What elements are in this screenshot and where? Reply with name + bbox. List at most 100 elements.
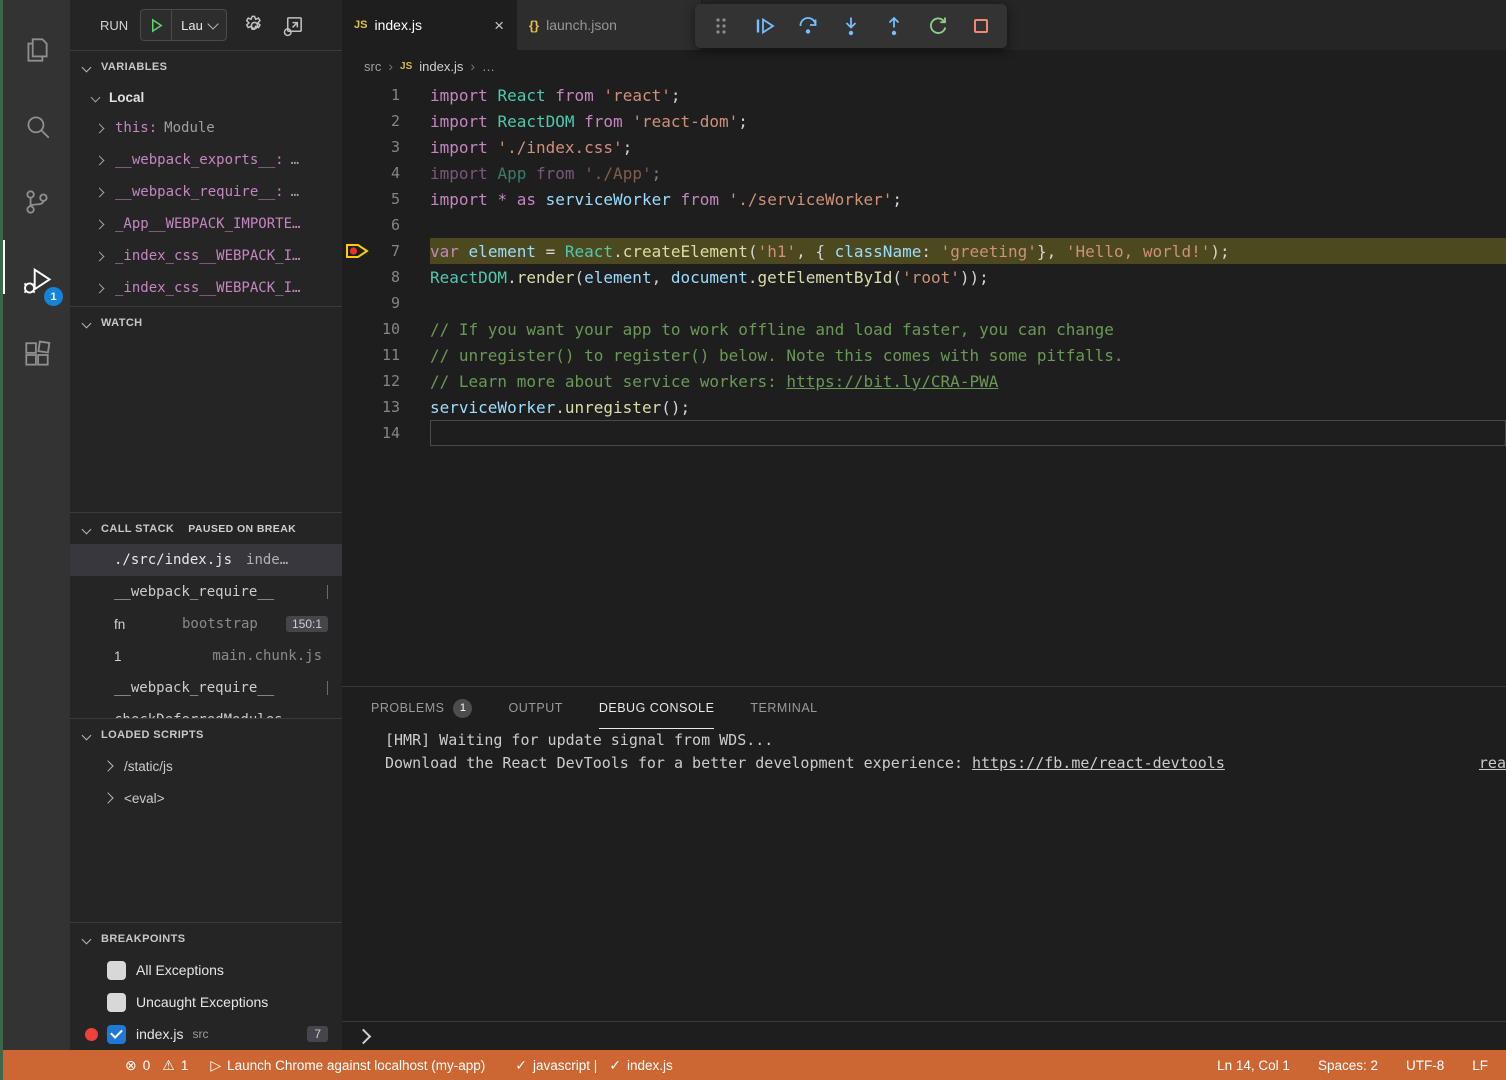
clipped-source-link[interactable]: rea — [1479, 752, 1506, 775]
tab-launch-json[interactable]: {} launch.json — [517, 0, 702, 50]
start-debug-icon[interactable] — [141, 10, 172, 40]
devtools-link[interactable]: https://fb.me/react-devtools — [972, 754, 1225, 772]
variable-row[interactable]: __webpack_exports__: … — [70, 144, 342, 176]
breakpoint-row[interactable]: index.js src 7 — [70, 1018, 342, 1050]
tab-debug-console[interactable]: DEBUG CONSOLE — [599, 687, 715, 729]
code-line: 5import * as serviceWorker from './servi… — [342, 186, 1506, 212]
js-file-icon: JS — [354, 19, 367, 31]
run-and-debug-icon[interactable]: 1 — [3, 248, 70, 312]
debug-console-output: [HMR] Waiting for update signal from WDS… — [342, 729, 1506, 775]
chevron-right-icon: › — [470, 58, 475, 74]
breakpoint-dot-icon — [85, 1028, 98, 1041]
play-icon: ▷ — [210, 1057, 221, 1074]
step-over-button[interactable] — [791, 11, 825, 41]
chevron-right-icon — [95, 123, 105, 133]
loaded-scripts-section-header[interactable]: LOADED SCRIPTS — [70, 718, 342, 751]
debug-count-badge: 1 — [44, 287, 63, 306]
console-line: Download the React DevTools for a better… — [385, 752, 1506, 775]
breakpoints-section-header[interactable]: BREAKPOINTS — [70, 922, 342, 955]
checkbox[interactable] — [107, 993, 126, 1012]
chevron-down-icon — [207, 18, 218, 29]
tab-terminal[interactable]: TERMINAL — [750, 687, 817, 729]
eol-sequence[interactable]: LF — [1472, 1058, 1488, 1073]
breakpoint-line-badge: 7 — [307, 1026, 328, 1042]
loaded-script-item[interactable]: <eval> — [70, 782, 342, 814]
variable-row[interactable]: _index_css__WEBPACK_I… — [70, 240, 342, 272]
task-index-js[interactable]: ✓ index.js — [609, 1057, 673, 1074]
stop-button[interactable] — [964, 11, 998, 41]
stack-frame[interactable]: fn bootstrap 150:1 — [70, 608, 342, 640]
variables-title: VARIABLES — [101, 61, 167, 73]
call-stack-section-header[interactable]: CALL STACK PAUSED ON BREAK — [70, 512, 342, 545]
chevron-right-icon — [95, 187, 105, 197]
encoding[interactable]: UTF-8 — [1406, 1058, 1444, 1073]
checkbox[interactable] — [107, 961, 126, 980]
cursor-position[interactable]: Ln 14, Col 1 — [1217, 1058, 1290, 1073]
breakpoint-row[interactable]: All Exceptions — [70, 954, 342, 986]
variable-row[interactable]: _index_css__WEBPACK_I… — [70, 272, 342, 304]
loaded-script-item[interactable]: /static/js — [70, 750, 342, 782]
indentation[interactable]: Spaces: 2 — [1318, 1058, 1378, 1073]
warning-count[interactable]: ⚠ 1 — [162, 1057, 188, 1074]
debug-console-input[interactable] — [342, 1021, 1506, 1051]
chevron-down-icon — [82, 318, 92, 328]
js-file-icon: JS — [400, 61, 412, 72]
launch-status[interactable]: ▷ Launch Chrome against localhost (my-ap… — [210, 1057, 485, 1074]
code-line: 11// unregister() to register() below. N… — [342, 342, 1506, 368]
tab-problems[interactable]: PROBLEMS 1 — [371, 687, 472, 729]
tab-index-js[interactable]: JS index.js × — [342, 0, 517, 50]
stack-frame[interactable]: __webpack_require__ — [70, 576, 342, 608]
launch-config-name[interactable]: Lau — [172, 18, 209, 33]
stack-frame[interactable]: checkDeferredModules — [70, 704, 342, 718]
variable-row[interactable]: _App__WEBPACK_IMPORTE… — [70, 208, 342, 240]
variable-row[interactable]: __webpack_require__: … — [70, 176, 342, 208]
restart-button[interactable] — [921, 11, 955, 41]
search-icon[interactable] — [3, 95, 70, 159]
watch-section-header[interactable]: WATCH — [70, 306, 342, 339]
chevron-right-icon — [95, 155, 105, 165]
chevron-right-icon — [95, 219, 105, 229]
watch-title: WATCH — [101, 317, 143, 329]
line-col-badge: 150:1 — [286, 616, 328, 632]
chevron-down-icon — [82, 934, 92, 944]
step-out-button[interactable] — [877, 11, 911, 41]
checkbox[interactable] — [107, 1025, 126, 1044]
active-view-indicator — [3, 240, 5, 294]
task-javascript[interactable]: ✓ javascript | — [515, 1057, 597, 1074]
stack-frame[interactable]: ./src/index.js inde… — [70, 544, 342, 576]
code-line: 8ReactDOM.render(element, document.getEl… — [342, 264, 1506, 290]
code-editor[interactable]: 1import React from 'react'; 2import Reac… — [342, 82, 1506, 446]
stack-frame[interactable]: __webpack_require__ — [70, 672, 342, 704]
gear-icon[interactable] — [243, 14, 266, 37]
warning-icon: ⚠ — [162, 1057, 175, 1074]
loaded-scripts-title: LOADED SCRIPTS — [101, 729, 204, 741]
breadcrumb[interactable]: src › JS index.js › … — [342, 50, 1506, 82]
chevron-down-icon — [82, 730, 92, 740]
error-count[interactable]: ⊗ 0 — [125, 1057, 150, 1074]
chevron-right-icon — [95, 283, 105, 293]
toolbar-drag-handle[interactable] — [704, 11, 738, 41]
breakpoint-row[interactable]: Uncaught Exceptions — [70, 986, 342, 1018]
close-icon[interactable]: × — [494, 17, 504, 34]
problems-count-badge: 1 — [453, 699, 472, 718]
continue-button[interactable] — [748, 11, 782, 41]
variable-row[interactable]: this: Module — [70, 112, 342, 144]
scope-local[interactable]: Local — [70, 82, 342, 112]
chevron-down-icon — [82, 62, 92, 72]
chevron-right-icon — [102, 792, 113, 803]
source-control-icon[interactable] — [3, 170, 70, 234]
explorer-icon[interactable] — [3, 18, 70, 82]
vscode-window: 1 RUN Lau VARIAB — [0, 0, 1506, 1080]
variables-section-header[interactable]: VARIABLES — [70, 50, 342, 83]
stack-frame[interactable]: 1 main.chunk.js — [70, 640, 342, 672]
open-debug-console-icon[interactable] — [282, 14, 305, 37]
status-bar: ⊗ 0 ⚠ 1 ▷ Launch Chrome against localhos… — [0, 1050, 1506, 1080]
extensions-icon[interactable] — [3, 323, 70, 387]
paused-status: PAUSED ON BREAK — [188, 523, 342, 535]
step-into-button[interactable] — [834, 11, 868, 41]
code-line: 3import './index.css'; — [342, 134, 1506, 160]
breakpoints-title: BREAKPOINTS — [101, 933, 185, 945]
check-icon: ✓ — [515, 1057, 527, 1074]
tab-output[interactable]: OUTPUT — [508, 687, 562, 729]
launch-config-control[interactable]: Lau — [140, 9, 227, 41]
